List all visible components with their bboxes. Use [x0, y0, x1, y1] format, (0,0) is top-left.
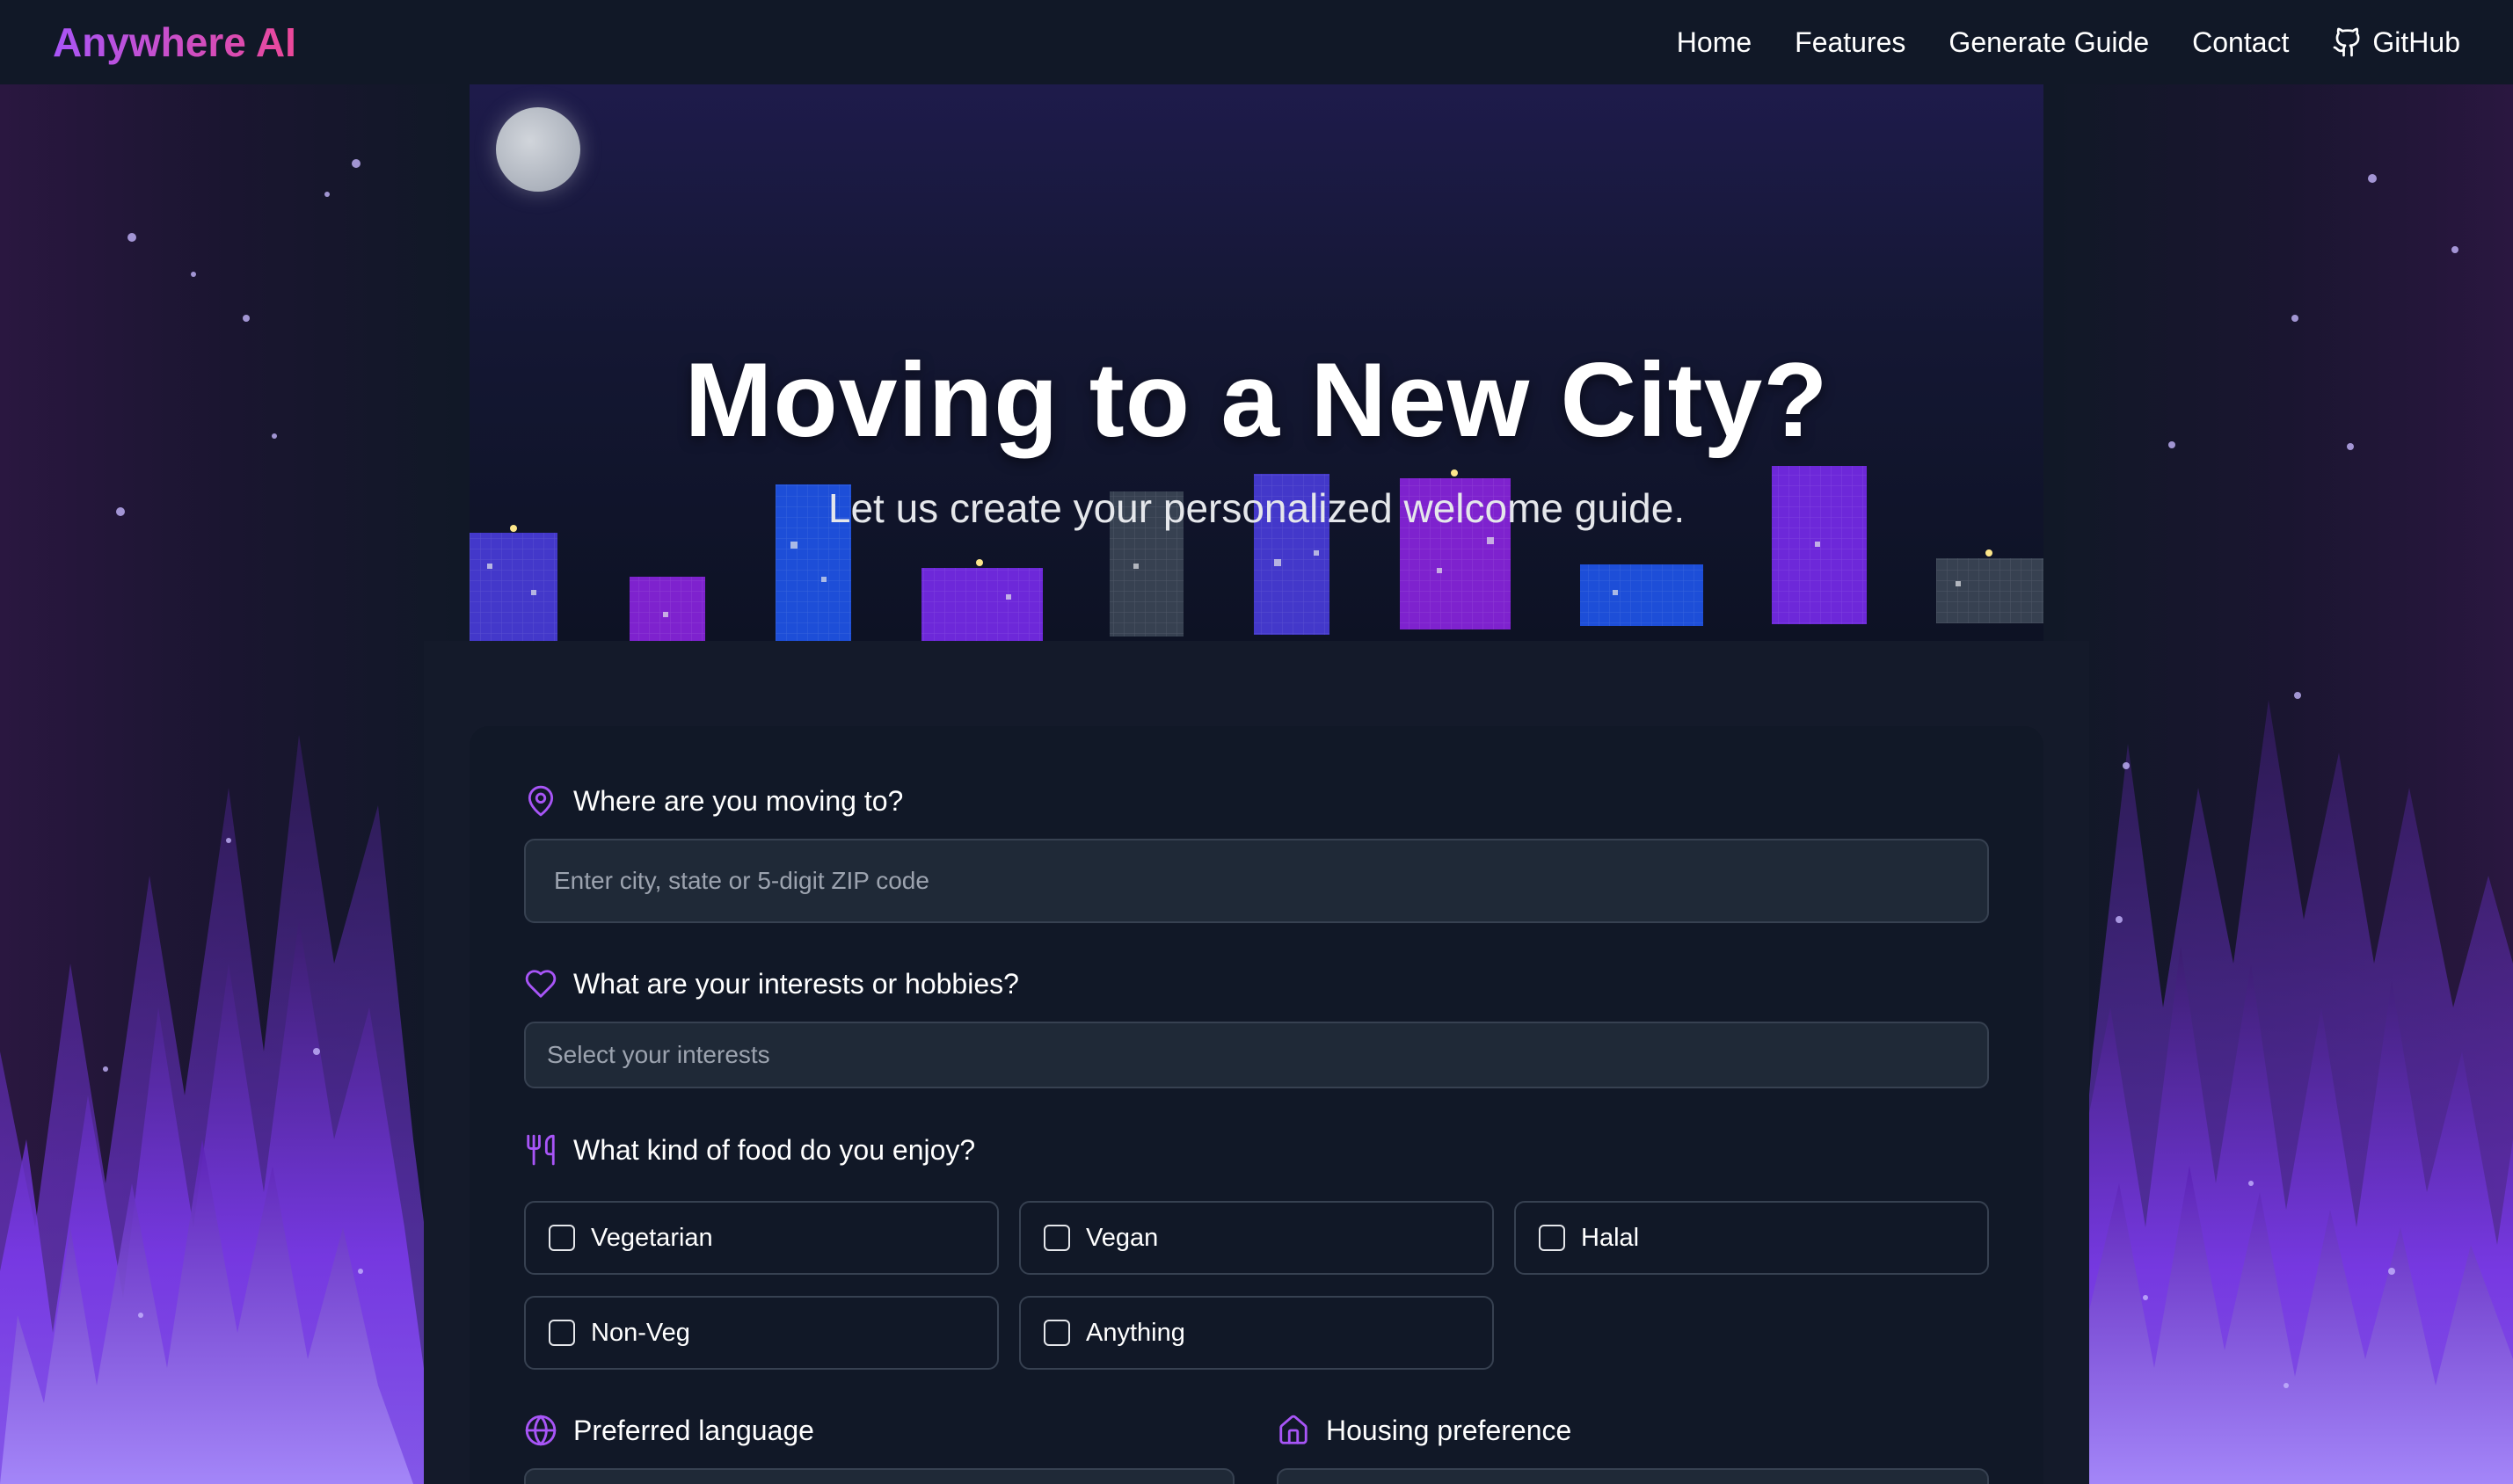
vegetarian-checkbox[interactable] [549, 1225, 575, 1251]
heart-icon [525, 970, 557, 998]
language-select[interactable] [524, 1468, 1235, 1484]
housing-select[interactable] [1277, 1468, 1989, 1484]
location-input[interactable]: Enter city, state or 5-digit ZIP code [524, 839, 1989, 923]
vegan-label: Vegan [1086, 1223, 1159, 1252]
location-placeholder: Enter city, state or 5-digit ZIP code [554, 867, 929, 894]
location-question: Where are you moving to? [524, 784, 903, 818]
nav-link-generate-guide[interactable]: Generate Guide [1948, 26, 2149, 59]
map-pin-icon [528, 785, 554, 817]
housing-question: Housing preference [1277, 1414, 1571, 1447]
nav-link-features[interactable]: Features [1795, 26, 1905, 59]
non-veg-checkbox[interactable] [549, 1320, 575, 1346]
hero-title: Moving to a New City? [684, 341, 1829, 459]
home-icon [1279, 1415, 1307, 1444]
food-option-halal[interactable]: Halal [1514, 1201, 1989, 1275]
brand-logo[interactable]: Anywhere AI [53, 18, 296, 66]
food-option-non-veg[interactable]: Non-Veg [524, 1296, 999, 1370]
food-option-vegan[interactable]: Vegan [1019, 1201, 1494, 1275]
vegan-checkbox[interactable] [1044, 1225, 1070, 1251]
vegetarian-label: Vegetarian [591, 1223, 713, 1252]
housing-label: Housing preference [1326, 1414, 1572, 1446]
location-label: Where are you moving to? [573, 784, 904, 817]
github-icon [2334, 27, 2360, 57]
anything-checkbox[interactable] [1044, 1320, 1070, 1346]
language-label: Preferred language [573, 1414, 814, 1446]
nav-link-github[interactable]: GitHub [2332, 26, 2460, 59]
halal-label: Halal [1581, 1223, 1640, 1252]
top-nav: Anywhere AI Home Features Generate Guide… [0, 0, 2513, 84]
interests-question: What are your interests or hobbies? [524, 967, 1019, 1000]
globe-icon [525, 1415, 557, 1446]
guide-form: Where are you moving to? Enter city, sta… [470, 726, 2043, 1484]
food-option-anything[interactable]: Anything [1019, 1296, 1494, 1370]
non-veg-label: Non-Veg [591, 1318, 690, 1347]
interests-label: What are your interests or hobbies? [573, 967, 1019, 1000]
language-question: Preferred language [524, 1414, 814, 1447]
food-option-vegetarian[interactable]: Vegetarian [524, 1201, 999, 1275]
food-question: What kind of food do you enjoy? [524, 1133, 975, 1167]
github-label: GitHub [2372, 25, 2460, 58]
nav-links: Home Features Generate Guide Contact Git… [1677, 26, 2460, 59]
hero-subtitle: Let us create your personalized welcome … [827, 485, 1686, 531]
food-label: What kind of food do you enjoy? [573, 1133, 976, 1166]
interests-select[interactable]: Select your interests [524, 1022, 1989, 1088]
halal-checkbox[interactable] [1539, 1225, 1565, 1251]
interests-placeholder: Select your interests [547, 1041, 770, 1068]
anything-label: Anything [1086, 1318, 1185, 1347]
nav-link-home[interactable]: Home [1677, 26, 1752, 59]
hero-section: Moving to a New City? Let us create your… [470, 84, 2043, 641]
utensils-icon [527, 1134, 555, 1166]
nav-link-contact[interactable]: Contact [2192, 26, 2289, 59]
